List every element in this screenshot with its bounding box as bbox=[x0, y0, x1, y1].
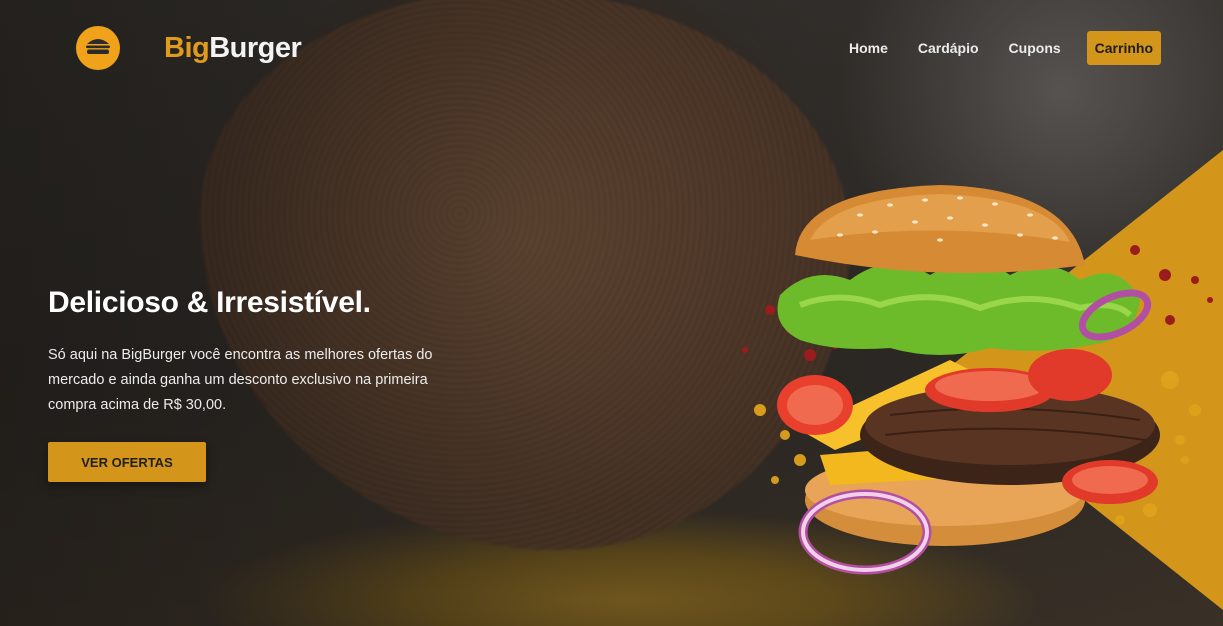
brand-name-part2: Burger bbox=[209, 32, 302, 64]
cart-button[interactable]: Carrinho bbox=[1086, 31, 1161, 65]
brand-name[interactable]: BigBurger bbox=[164, 30, 302, 66]
nav-home[interactable]: Home bbox=[849, 31, 888, 65]
site-header: BigBurger Home Cardápio Cupons Carrinho bbox=[0, 0, 1223, 96]
hero-description: Só aqui na BigBurger você encontra as me… bbox=[48, 347, 433, 413]
nav-cardapio[interactable]: Cardápio bbox=[918, 31, 979, 65]
logo[interactable] bbox=[76, 26, 120, 70]
burger-icon bbox=[85, 36, 111, 61]
nav-cupons[interactable]: Cupons bbox=[1009, 31, 1061, 65]
main-nav: Home Cardápio Cupons Carrinho bbox=[849, 31, 1161, 65]
view-offers-button[interactable]: VER OFERTAS bbox=[48, 442, 206, 482]
brand-name-part1: Big bbox=[164, 32, 210, 64]
hero-title: Delicioso & Irresistível. bbox=[48, 286, 371, 319]
burger-image bbox=[742, 185, 1213, 575]
